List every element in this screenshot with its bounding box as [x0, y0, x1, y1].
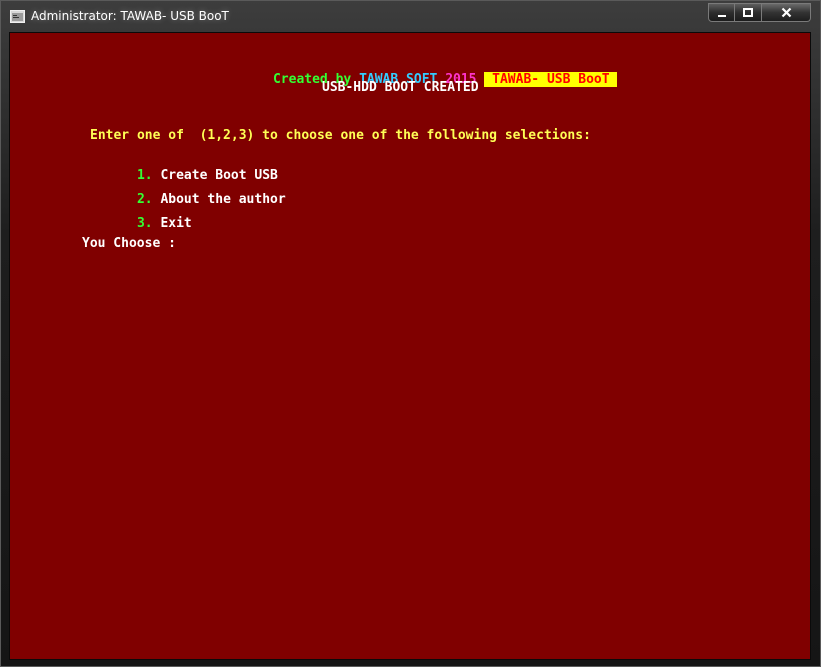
- minimize-icon: [717, 14, 726, 17]
- minimize-button[interactable]: [708, 3, 735, 22]
- title-bar[interactable]: Administrator: TAWAB- USB BooT: [1, 1, 820, 33]
- input-prompt: You Choose :: [82, 236, 176, 251]
- menu-number: 3.: [136, 216, 153, 231]
- console-output[interactable]: Created by TAWAB SOFT 2015 TAWAB- USB Bo…: [9, 32, 811, 660]
- selection-prompt: Enter one of (1,2,3) to choose one of th…: [90, 128, 591, 143]
- subtitle: USB-HDD BOOT CREATED: [322, 80, 479, 95]
- close-icon: [781, 7, 791, 18]
- console-window: Administrator: TAWAB- USB BooT Created b…: [0, 0, 821, 667]
- close-button[interactable]: [762, 3, 811, 22]
- window-controls: [708, 3, 816, 23]
- product-badge: TAWAB- USB BooT: [484, 72, 618, 87]
- menu-label: Exit: [160, 216, 192, 231]
- window-title: Administrator: TAWAB- USB BooT: [31, 9, 229, 23]
- maximize-icon: [743, 7, 753, 17]
- console-app-icon: [10, 10, 25, 23]
- maximize-button[interactable]: [735, 3, 762, 22]
